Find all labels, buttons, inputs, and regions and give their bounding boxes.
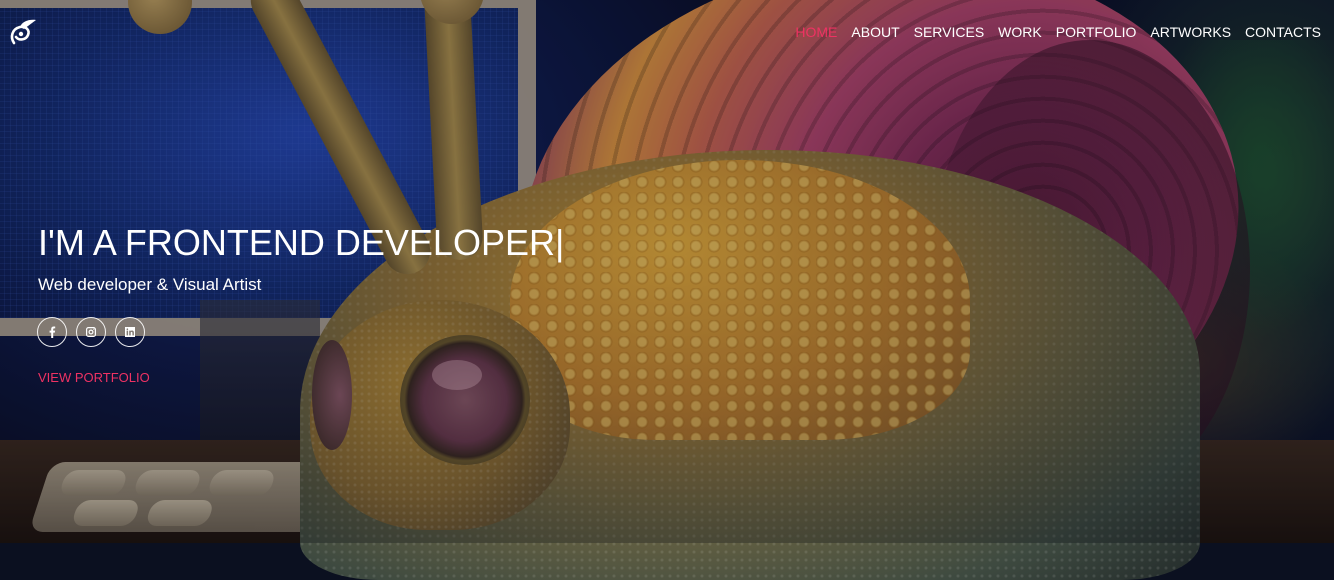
facebook-icon [49,326,56,338]
hero-overlay [0,0,1334,543]
social-links [37,317,145,347]
instagram-link[interactable] [76,317,106,347]
main-nav: HOME ABOUT SERVICES WORK PORTFOLIO ARTWO… [788,24,1321,40]
nav-services[interactable]: SERVICES [907,24,992,40]
hero-subtitle: Web developer & Visual Artist [38,275,262,294]
nav-about[interactable]: ABOUT [844,24,906,40]
nav-work[interactable]: WORK [991,24,1049,40]
logo-icon [10,19,36,45]
hero-title: I'M A FRONTEND DEVELOPER| [38,222,565,263]
linkedin-link[interactable] [115,317,145,347]
instagram-icon [86,327,96,337]
nav-home[interactable]: HOME [788,24,844,40]
site-logo[interactable] [8,17,38,49]
view-portfolio-link[interactable]: VIEW PORTFOLIO [38,370,150,385]
nav-artworks[interactable]: ARTWORKS [1143,24,1238,40]
linkedin-icon [125,327,135,337]
nav-portfolio[interactable]: PORTFOLIO [1049,24,1144,40]
nav-contacts[interactable]: CONTACTS [1238,24,1321,40]
facebook-link[interactable] [37,317,67,347]
